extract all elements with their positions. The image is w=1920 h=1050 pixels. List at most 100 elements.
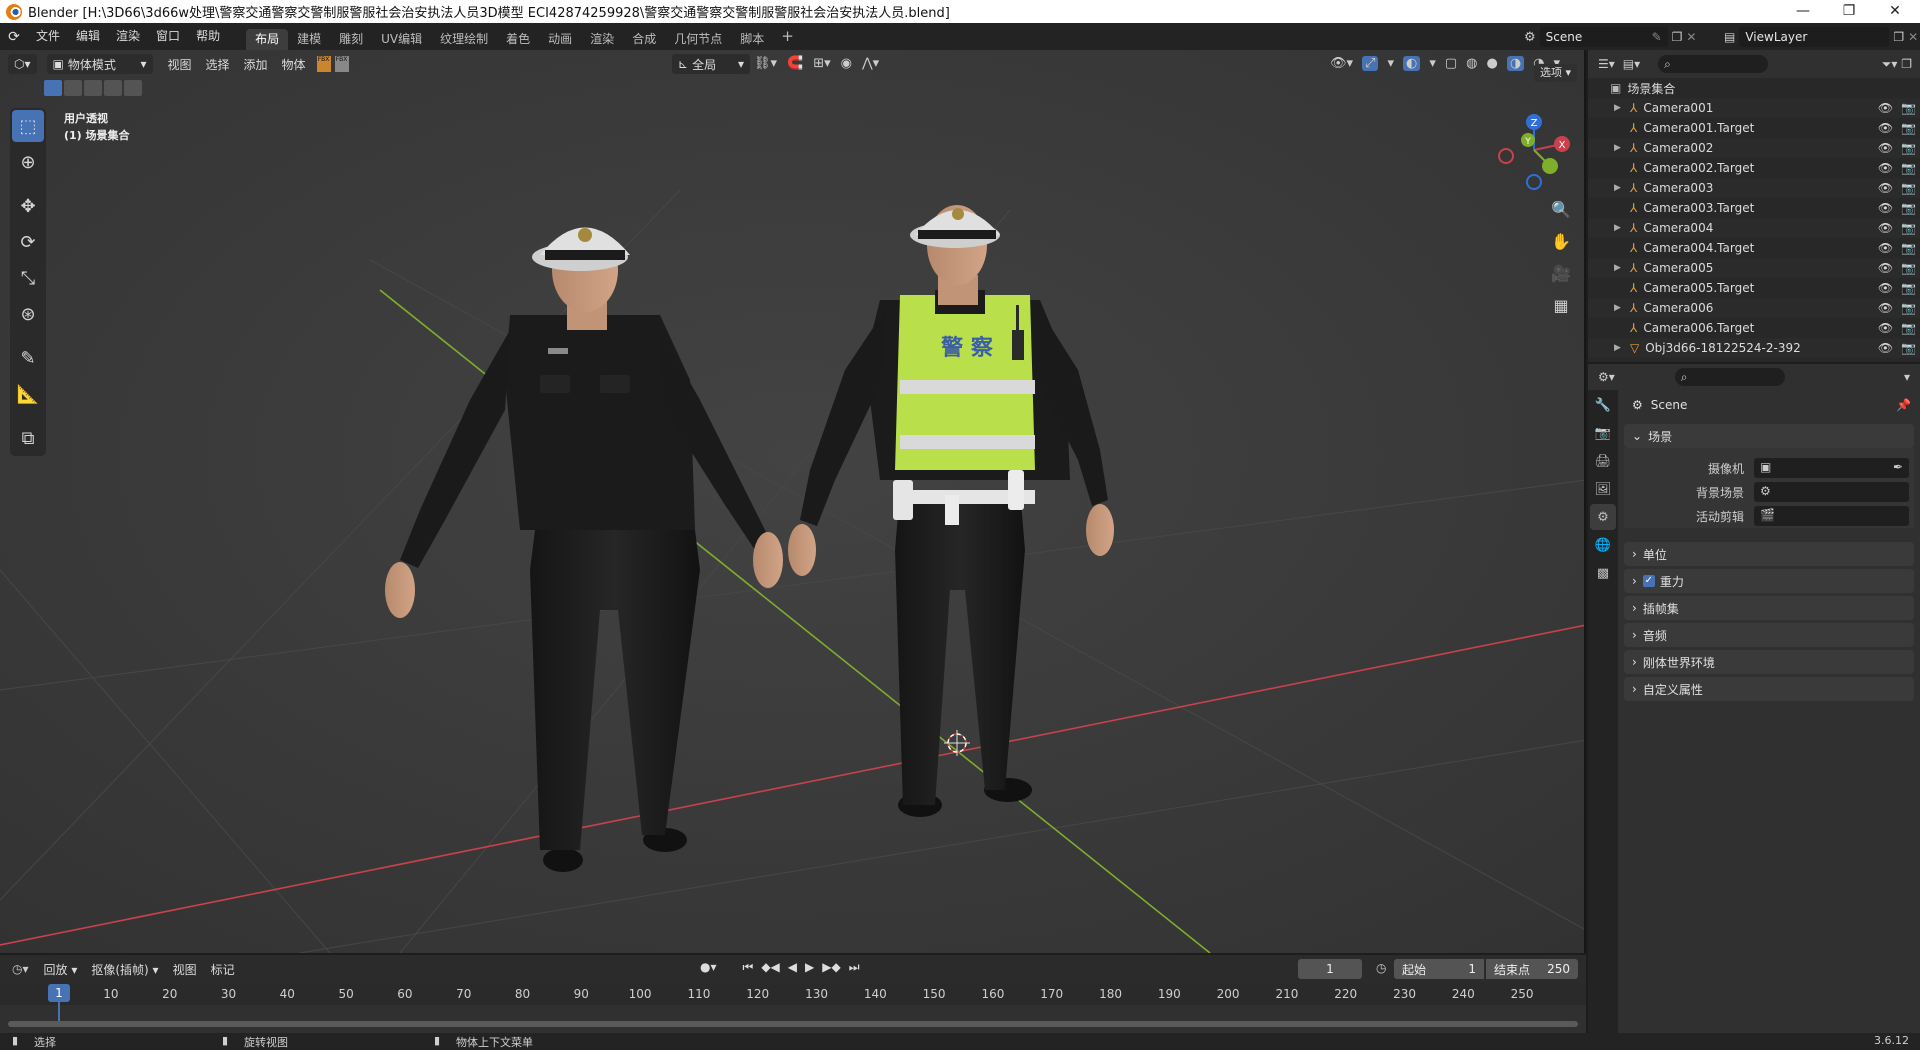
- solid-shading-icon[interactable]: ●: [1486, 56, 1497, 71]
- texture-tab-icon[interactable]: ▩: [1590, 560, 1616, 586]
- tool-tab-icon[interactable]: 🔧: [1590, 392, 1616, 418]
- eye-icon[interactable]: 👁: [1878, 241, 1893, 255]
- outliner-item[interactable]: ⅄ Camera003.Target 👁 📷: [1588, 198, 1920, 218]
- select-subtract-icon[interactable]: [84, 80, 102, 96]
- cursor-tool[interactable]: ⊕: [12, 146, 44, 178]
- camera-render-icon[interactable]: 📷: [1901, 221, 1916, 235]
- pan-hand-icon[interactable]: ✋: [1548, 228, 1574, 254]
- outliner-item[interactable]: ▶ ⅄ Camera002 👁 📷: [1588, 138, 1920, 158]
- viewlayer-selector[interactable]: ▤ ViewLayer ❐ ✕: [1724, 27, 1918, 47]
- outliner-item[interactable]: ▶ ⅄ Camera003 👁 📷: [1588, 178, 1920, 198]
- camera-render-icon[interactable]: 📷: [1901, 301, 1916, 315]
- menu-file[interactable]: 文件: [28, 23, 68, 50]
- menu-window[interactable]: 窗口: [148, 23, 188, 50]
- mode-dropdown[interactable]: ▣ 物体模式 ▾: [46, 54, 153, 74]
- scene-tab-icon[interactable]: ⚙: [1590, 504, 1616, 530]
- outliner-item[interactable]: ▶ ⅄ Camera001 👁 📷: [1588, 98, 1920, 118]
- tab-layout[interactable]: 布局: [246, 29, 289, 50]
- overlay-dropdown-icon[interactable]: ▾: [1429, 56, 1436, 71]
- transform-orientation-dropdown[interactable]: ⊾ 全局 ▾: [672, 54, 750, 74]
- proportional-edit-icon[interactable]: ◉: [841, 56, 852, 71]
- snap-target-icon[interactable]: ⊞▾: [813, 56, 830, 71]
- audio-panel-header[interactable]: › 音频: [1624, 623, 1914, 647]
- camera-render-icon[interactable]: 📷: [1901, 261, 1916, 275]
- camera-render-icon[interactable]: 📷: [1901, 121, 1916, 135]
- expand-arrow-icon[interactable]: ▶: [1614, 183, 1626, 193]
- timeline-scrollbar[interactable]: [8, 1021, 1578, 1027]
- expand-arrow-icon[interactable]: ▶: [1614, 143, 1626, 153]
- scale-tool[interactable]: ⤡: [12, 262, 44, 294]
- output-tab-icon[interactable]: 🖨: [1590, 448, 1616, 474]
- eye-icon[interactable]: 👁: [1878, 281, 1893, 295]
- falloff-icon[interactable]: ⋀▾: [862, 56, 879, 71]
- tab-shading[interactable]: 着色: [497, 29, 539, 50]
- new-viewlayer-icon[interactable]: ❐: [1893, 30, 1904, 44]
- select-intersect-icon[interactable]: [124, 80, 142, 96]
- rigid-body-world-panel-header[interactable]: › 刚体世界环境: [1624, 650, 1914, 674]
- world-tab-icon[interactable]: 🌐: [1590, 532, 1616, 558]
- eye-icon[interactable]: 👁: [1878, 201, 1893, 215]
- overlay-toggle-icon[interactable]: ◐: [1402, 56, 1421, 71]
- eye-icon[interactable]: 👁: [1878, 301, 1893, 315]
- material-shading-icon[interactable]: ◑: [1506, 56, 1525, 71]
- background-scene-field[interactable]: ⚙: [1754, 482, 1909, 502]
- tab-sculpting[interactable]: 雕刻: [330, 29, 372, 50]
- snap-icon[interactable]: 🧲: [787, 56, 803, 71]
- fbx-import-icon[interactable]: FBX: [316, 56, 331, 72]
- camera-render-icon[interactable]: 📷: [1901, 341, 1916, 355]
- select-invert-icon[interactable]: [104, 80, 122, 96]
- eye-icon[interactable]: 👁: [1878, 321, 1893, 335]
- add-workspace-button[interactable]: +: [773, 23, 802, 50]
- eyedropper-icon[interactable]: ✒: [1893, 460, 1903, 474]
- gravity-checkbox[interactable]: ✓: [1642, 575, 1655, 587]
- pin-icon[interactable]: 📌: [1896, 398, 1911, 412]
- view-layer-tab-icon[interactable]: 🖼: [1590, 476, 1616, 502]
- playhead[interactable]: 1: [48, 984, 70, 1002]
- eye-icon[interactable]: 👁: [1878, 121, 1893, 135]
- rotate-tool[interactable]: ⟳: [12, 226, 44, 258]
- outliner-item[interactable]: ▶ ▽ Obj3d66-18122524-2-392 👁 📷: [1588, 338, 1920, 358]
- outliner-item[interactable]: ▶ ⅄ Camera006 👁 📷: [1588, 298, 1920, 318]
- blender-menu-icon[interactable]: ⟳: [0, 29, 28, 45]
- units-panel-header[interactable]: › 单位: [1624, 542, 1914, 566]
- delete-viewlayer-icon[interactable]: ✕: [1908, 30, 1918, 44]
- custom-properties-panel-header[interactable]: › 自定义属性: [1624, 677, 1914, 701]
- close-button[interactable]: ✕: [1872, 0, 1918, 23]
- pivot-icon[interactable]: ⛓▾: [754, 56, 777, 71]
- scene-panel-header[interactable]: ⌄ 场景: [1624, 424, 1914, 448]
- expand-arrow-icon[interactable]: ▶: [1614, 103, 1626, 113]
- ortho-grid-icon[interactable]: ▦: [1548, 292, 1574, 318]
- xray-icon[interactable]: ▢: [1445, 56, 1457, 71]
- navigation-gizmo[interactable]: Z X Y: [1490, 110, 1578, 210]
- outliner-item[interactable]: ▶ ⅄ Camera005 👁 📷: [1588, 258, 1920, 278]
- eye-icon[interactable]: 👁: [1878, 141, 1893, 155]
- camera-render-icon[interactable]: 📷: [1901, 201, 1916, 215]
- editor-type-button[interactable]: ⬡▾: [8, 54, 37, 74]
- pin-icon[interactable]: ✎: [1652, 30, 1662, 44]
- camera-render-icon[interactable]: 📷: [1901, 241, 1916, 255]
- options-dropdown[interactable]: 选项 ▾: [1534, 64, 1578, 82]
- visibility-icon[interactable]: 👁▾: [1330, 56, 1353, 71]
- menu-help[interactable]: 帮助: [188, 23, 228, 50]
- eye-icon[interactable]: 👁: [1878, 221, 1893, 235]
- camera-render-icon[interactable]: 📷: [1901, 321, 1916, 335]
- eye-icon[interactable]: 👁: [1878, 161, 1893, 175]
- outliner-root[interactable]: ▣ 场景集合: [1588, 78, 1920, 98]
- menu-select[interactable]: 选择: [199, 56, 237, 73]
- scene-selector[interactable]: ⚙ Scene ✎ ❐ ✕: [1524, 27, 1696, 47]
- keying-sets-panel-header[interactable]: › 插帧集: [1624, 596, 1914, 620]
- tab-animation[interactable]: 动画: [539, 29, 581, 50]
- outliner-item[interactable]: ⅄ Camera004.Target 👁 📷: [1588, 238, 1920, 258]
- camera-view-icon[interactable]: 🎥: [1548, 260, 1574, 286]
- menu-render[interactable]: 渲染: [108, 23, 148, 50]
- tab-compositing[interactable]: 合成: [623, 29, 665, 50]
- fbx-export-icon[interactable]: FBX: [334, 56, 349, 72]
- tab-rendering[interactable]: 渲染: [581, 29, 623, 50]
- camera-render-icon[interactable]: 📷: [1901, 101, 1916, 115]
- eye-icon[interactable]: 👁: [1878, 261, 1893, 275]
- camera-render-icon[interactable]: 📷: [1901, 281, 1916, 295]
- outliner-editor-icon[interactable]: ☰▾: [1598, 57, 1615, 71]
- outliner-search-input[interactable]: ⌕: [1658, 55, 1769, 73]
- chevron-down-icon[interactable]: ▾: [1904, 370, 1910, 384]
- outliner-item[interactable]: ▶ ⅄ Camera004 👁 📷: [1588, 218, 1920, 238]
